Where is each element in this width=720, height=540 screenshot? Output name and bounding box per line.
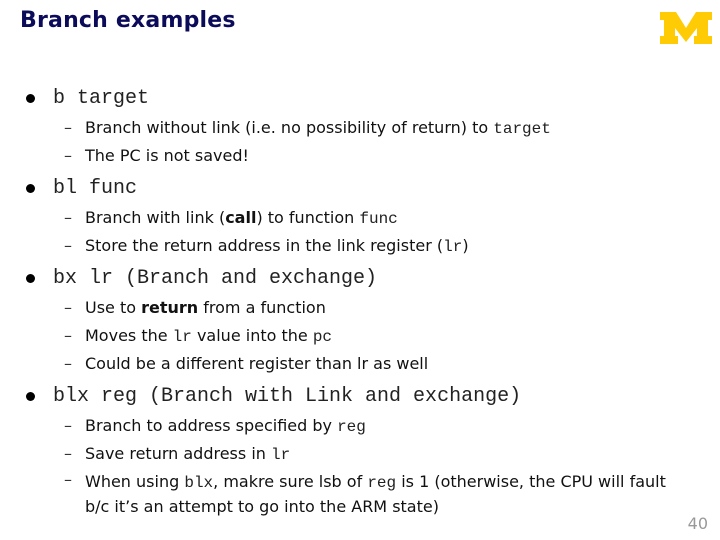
code-span: blx xyxy=(184,474,214,492)
bullet-item: bl func xyxy=(0,174,720,204)
bullet-dot-icon xyxy=(26,184,35,193)
bullet-code: blx reg (Branch with Link and exchange) xyxy=(53,385,522,408)
sub-bullet-text: Branch with link (call) to function func xyxy=(85,204,398,233)
dash-icon: – xyxy=(64,326,72,345)
text-span: ) xyxy=(462,236,469,255)
dash-icon: – xyxy=(64,354,72,373)
slide-title: Branch examples xyxy=(20,8,236,33)
code-span: reg xyxy=(337,418,366,436)
block-m-shape xyxy=(660,12,712,44)
sub-bullet-text: Store the return address in the link reg… xyxy=(85,232,469,261)
sub-bullet-item: – The PC is not saved! xyxy=(0,142,720,170)
sub-bullet-item: – Moves the lr value into the pc xyxy=(0,322,720,350)
dash-icon: – xyxy=(64,208,72,227)
sub-bullet-text: The PC is not saved! xyxy=(85,142,249,170)
bold-span: return xyxy=(141,298,199,317)
code-span: func xyxy=(359,210,398,228)
text-span: ) to function xyxy=(256,208,360,227)
text-span: Use to xyxy=(85,298,142,317)
bullet-code: bl func xyxy=(53,177,138,200)
code-span: lr xyxy=(443,238,463,256)
sub-bullet-text: Branch without link (i.e. no possibility… xyxy=(85,114,551,143)
text-span: Branch with link ( xyxy=(85,208,226,227)
sub-bullet-item: – Save return address in lr xyxy=(0,440,720,468)
dash-icon: – xyxy=(64,416,72,435)
sub-bullet-item: – Branch without link (i.e. no possibilit… xyxy=(0,114,720,142)
sub-bullet-text: When using blx, makre sure lsb of reg is… xyxy=(85,470,685,519)
dash-icon: – xyxy=(64,470,72,489)
sub-bullet-text: Use to return from a function xyxy=(85,294,326,322)
code-span: lr xyxy=(270,446,291,464)
dash-icon: – xyxy=(64,298,72,317)
sub-bullet-text: Branch to address specified by reg xyxy=(85,412,366,441)
sub-bullet-text: Moves the lr value into the pc xyxy=(85,322,332,351)
bullet-dot-icon xyxy=(26,94,35,103)
text-span: The PC is not saved! xyxy=(85,146,249,165)
block-m-logo-icon xyxy=(660,12,712,44)
text-span: Branch to address specified by xyxy=(85,416,338,435)
text-span: Store the return address in the link reg… xyxy=(85,236,444,255)
page-number: 40 xyxy=(687,514,708,533)
sub-bullet-item: – When using blx, makre sure lsb of reg i… xyxy=(0,468,720,520)
bullet-dot-icon xyxy=(26,274,35,283)
dash-icon: – xyxy=(64,444,72,463)
bullet-item: bx lr (Branch and exchange) xyxy=(0,264,720,294)
text-span: When using xyxy=(85,472,185,491)
code-span: reg xyxy=(367,474,397,492)
code-span: pc xyxy=(312,328,333,346)
text-span: Could be a different register than lr as… xyxy=(85,354,429,373)
sub-bullet-text: Could be a different register than lr as… xyxy=(85,350,428,378)
dash-icon: – xyxy=(64,146,72,165)
text-span: Moves the xyxy=(85,326,173,345)
dash-icon: – xyxy=(64,118,72,137)
bullet-item: b target xyxy=(0,84,720,114)
bullet-item: blx reg (Branch with Link and exchange) xyxy=(0,382,720,412)
bullet-code: bx lr (Branch and exchange) xyxy=(53,267,378,290)
slide-body: b target – Branch without link (i.e. no po… xyxy=(0,84,720,524)
text-span: value into the xyxy=(191,326,313,345)
sub-bullet-item: – Store the return address in the link re… xyxy=(0,232,720,260)
sub-bullet-text: Save return address in lr xyxy=(85,440,290,469)
dash-icon: – xyxy=(64,236,72,255)
bullet-dot-icon xyxy=(26,392,35,401)
sub-bullet-item: – Branch to address specified by reg xyxy=(0,412,720,440)
code-span: target xyxy=(493,120,551,138)
sub-bullet-item: – Could be a different register than lr a… xyxy=(0,350,720,378)
code-span: lr xyxy=(172,328,192,346)
text-span: Save return address in xyxy=(85,444,271,463)
bullet-code: b target xyxy=(53,87,150,110)
text-span: Branch without link (i.e. no possibility… xyxy=(85,118,494,137)
bold-span: call xyxy=(225,208,257,227)
sub-bullet-item: – Branch with link (call) to function fun… xyxy=(0,204,720,232)
sub-bullet-item: – Use to return from a function xyxy=(0,294,720,322)
text-span: from a function xyxy=(198,298,326,317)
text-span: , makre sure lsb of xyxy=(213,472,368,491)
